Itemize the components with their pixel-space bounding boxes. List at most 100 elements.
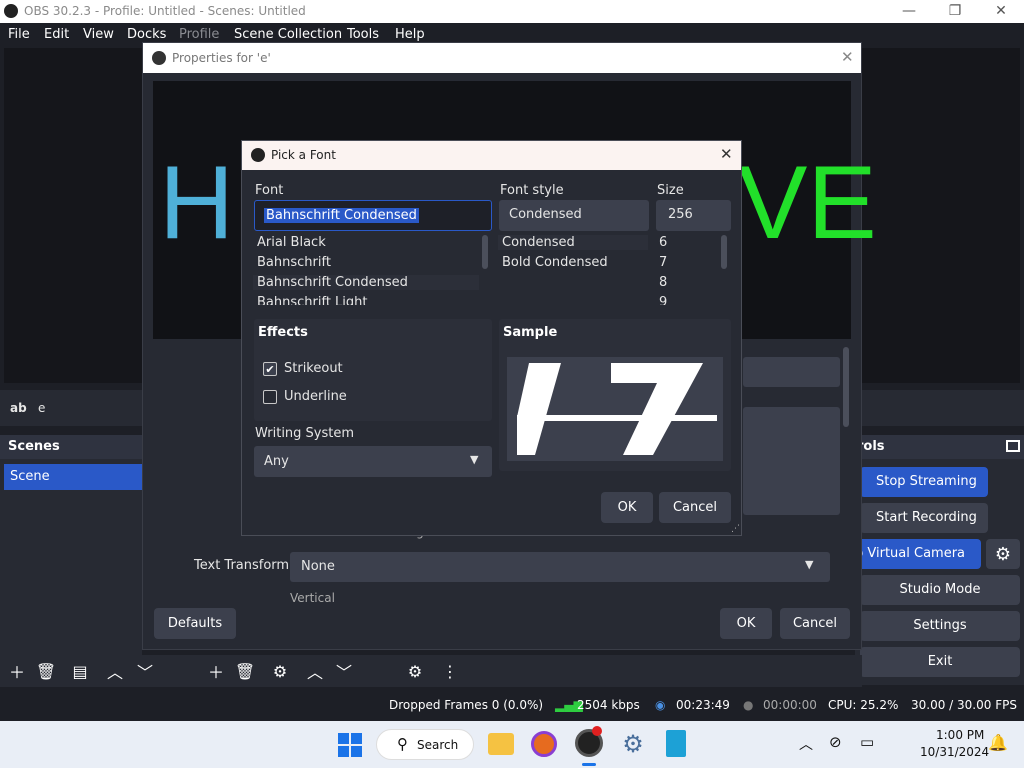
controls-dock: rols Stop Streaming Start Recording p Vi…	[855, 435, 1024, 685]
move-scene-up-icon[interactable]: ︿	[102, 658, 128, 684]
move-source-up-icon[interactable]: ︿	[302, 658, 328, 684]
sample-glyph-icon	[517, 363, 717, 455]
resize-grip-icon[interactable]: ⋰	[731, 524, 740, 534]
font-cancel-button[interactable]: Cancel	[659, 492, 731, 523]
menu-view[interactable]: View	[83, 27, 114, 42]
font-list-item[interactable]: Bahnschrift Light	[257, 295, 368, 305]
size-list-item[interactable]: 9	[659, 295, 667, 305]
exit-button[interactable]: Exit	[860, 647, 1020, 677]
strikeout-checkbox[interactable]: ✔	[263, 362, 277, 376]
close-button[interactable]: ✕	[978, 0, 1024, 23]
clock-time[interactable]: 1:00 PM	[936, 728, 984, 742]
font-ok-button[interactable]: OK	[601, 492, 653, 523]
style-label: Font style	[500, 183, 564, 198]
writing-system-select[interactable]: Any ▼	[254, 446, 492, 477]
settings-button[interactable]: Settings	[860, 611, 1020, 641]
mixer-settings-icon[interactable]: ⚙	[402, 658, 428, 684]
size-list-item[interactable]: 8	[659, 275, 667, 290]
size-label: Size	[657, 183, 684, 198]
menu-scene-collection[interactable]: Scene Collection	[234, 27, 342, 42]
props-scrollbar[interactable]	[843, 347, 849, 427]
font-input[interactable]: Bahnschrift Condensed	[254, 200, 492, 231]
notepad-icon[interactable]	[666, 730, 686, 757]
effects-group: Effects ✔ Strikeout Underline	[254, 319, 492, 421]
maximize-button[interactable]: ❐	[932, 0, 978, 23]
text-transform-select[interactable]: None ▼	[290, 552, 830, 582]
dropped-frames: Dropped Frames 0 (0.0%)	[389, 698, 544, 712]
font-list[interactable]: Arial Black Bahnschrift Bahnschrift Cond…	[253, 233, 491, 305]
font-picker-close-icon[interactable]: ✕	[720, 145, 733, 163]
properties-close-icon[interactable]: ✕	[841, 48, 854, 66]
obs-logo-icon	[152, 51, 166, 65]
mixer-menu-icon[interactable]: ⋮	[437, 658, 463, 684]
sources-toolbar: ab e	[0, 390, 142, 426]
text-area[interactable]	[743, 425, 840, 515]
minimize-button[interactable]: —	[886, 0, 932, 23]
font-list-item-selected[interactable]: Bahnschrift Condensed	[253, 275, 479, 290]
controls-header: rols	[855, 435, 1024, 459]
sources-toolbar-right	[862, 390, 1024, 426]
style-list[interactable]: Condensed Bold Condensed	[498, 233, 650, 305]
vertical-partial: Vertical	[290, 591, 335, 605]
preview-text-right: VE	[738, 145, 877, 261]
remove-source-icon[interactable]: 🗑	[232, 658, 258, 684]
font-select-field[interactable]	[743, 357, 840, 387]
network-icon[interactable]: ⊘	[829, 733, 842, 751]
sample-label: Sample	[503, 325, 558, 340]
windows-start-icon[interactable]	[338, 733, 362, 757]
firefox-icon[interactable]	[531, 731, 557, 757]
properties-title: Properties for 'e'	[172, 51, 271, 65]
menu-help[interactable]: Help	[395, 27, 425, 42]
size-list-item[interactable]: 6	[659, 235, 667, 250]
menu-profile[interactable]: Profile	[179, 27, 219, 42]
file-explorer-icon[interactable]	[488, 733, 514, 755]
menu-edit[interactable]: Edit	[44, 27, 69, 42]
move-scene-down-icon[interactable]: ﹀	[132, 658, 158, 684]
chevron-down-icon: ▼	[805, 558, 814, 571]
studio-mode-button[interactable]: Studio Mode	[860, 575, 1020, 605]
font-list-item[interactable]: Arial Black	[257, 235, 326, 250]
style-input[interactable]: Condensed	[499, 200, 649, 231]
taskbar-search[interactable]: ⚲ Search	[376, 729, 474, 760]
props-cancel-button[interactable]: Cancel	[780, 608, 850, 639]
font-list-item[interactable]: Bahnschrift	[257, 255, 331, 270]
add-source-icon[interactable]: ＋	[203, 658, 229, 684]
font-list-scrollbar[interactable]	[482, 235, 488, 269]
stop-streaming-button[interactable]: Stop Streaming	[860, 467, 988, 497]
start-recording-button[interactable]: Start Recording	[860, 503, 988, 533]
style-list-item-selected[interactable]: Condensed	[498, 235, 648, 250]
scene-item[interactable]: Scene	[4, 464, 142, 490]
add-scene-icon[interactable]: ＋	[4, 658, 30, 684]
settings-icon[interactable]: ⚙	[619, 730, 647, 758]
remove-scene-icon[interactable]: 🗑	[33, 658, 59, 684]
clock-date[interactable]: 10/31/2024	[920, 745, 989, 759]
font-picker-titlebar: Pick a Font ✕	[242, 141, 741, 170]
virtual-camera-settings-icon[interactable]: ⚙	[986, 539, 1020, 569]
notification-bell-icon[interactable]: 🔔	[988, 733, 1008, 752]
style-list-item[interactable]: Bold Condensed	[502, 255, 608, 270]
stream-icon: ◉	[655, 698, 666, 712]
scene-filters-icon[interactable]: ▤	[67, 658, 93, 684]
chevron-up-icon[interactable]: ︿	[799, 734, 813, 754]
writing-system-value: Any	[264, 454, 289, 469]
props-ok-button[interactable]: OK	[720, 608, 772, 639]
font-picker-dialog: Pick a Font ✕ Font Bahnschrift Condensed…	[241, 140, 742, 536]
menu-docks[interactable]: Docks	[127, 27, 166, 42]
source-properties-icon[interactable]: ⚙	[267, 658, 293, 684]
menu-file[interactable]: File	[8, 27, 30, 42]
underline-checkbox[interactable]	[263, 390, 277, 404]
display-icon[interactable]: ▭	[860, 733, 874, 751]
size-list-item[interactable]: 7	[659, 255, 667, 270]
fps: 30.00 / 30.00 FPS	[911, 698, 1017, 712]
virtual-camera-button[interactable]: p Virtual Camera	[855, 539, 981, 569]
status-bar: Dropped Frames 0 (0.0%) ▂▄▆ 2504 kbps ◉ …	[0, 690, 1024, 721]
obs-logo-icon	[251, 148, 265, 162]
menu-tools[interactable]: Tools	[347, 27, 379, 42]
size-list-scrollbar[interactable]	[721, 235, 727, 269]
size-input[interactable]: 256	[656, 200, 731, 231]
defaults-button[interactable]: Defaults	[154, 608, 236, 639]
style-input-value: Condensed	[509, 207, 582, 222]
move-source-down-icon[interactable]: ﹀	[331, 658, 357, 684]
size-list[interactable]: 6 7 8 9	[655, 233, 731, 305]
undock-icon[interactable]	[1006, 440, 1020, 452]
